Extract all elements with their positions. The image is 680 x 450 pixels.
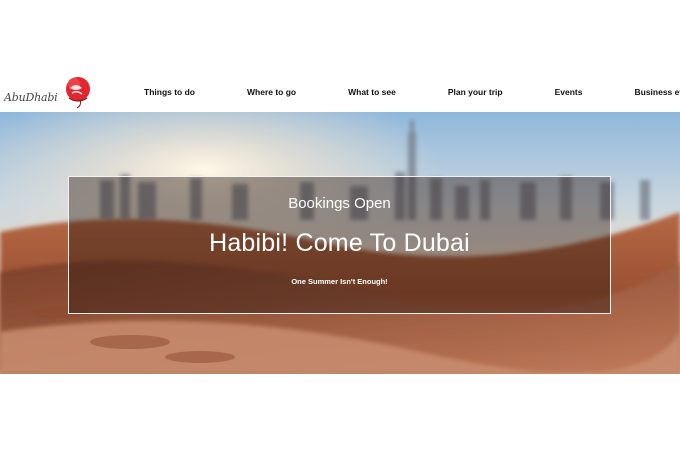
nav-item-business-events[interactable]: Business events	[608, 83, 680, 101]
hero-title: Habibi! Come To Dubai	[209, 229, 470, 257]
hero-kicker: Bookings Open	[288, 195, 391, 212]
nav-item-things-to-do[interactable]: Things to do	[118, 83, 221, 101]
nav-item-events[interactable]: Events	[529, 83, 609, 101]
nav-item-where-to-go[interactable]: Where to go	[221, 83, 322, 101]
nav-item-what-to-see[interactable]: What to see	[322, 83, 422, 101]
page: AbuDhabi Things to do Where to go What t…	[0, 0, 680, 450]
nav-menu: Things to do Where to go What to see Pla…	[118, 72, 680, 112]
logo-rose-icon	[66, 77, 90, 109]
hero-subtitle: One Summer Isn't Enough!	[291, 277, 388, 286]
nav-item-plan-your-trip[interactable]: Plan your trip	[422, 83, 529, 101]
logo-wordmark: AbuDhabi	[4, 90, 58, 104]
abu-dhabi-logo[interactable]: AbuDhabi	[4, 74, 100, 110]
hero-text-box: Bookings Open Habibi! Come To Dubai One …	[68, 176, 611, 314]
top-navigation-bar: AbuDhabi Things to do Where to go What t…	[0, 72, 680, 112]
hero-banner: Bookings Open Habibi! Come To Dubai One …	[0, 112, 680, 374]
